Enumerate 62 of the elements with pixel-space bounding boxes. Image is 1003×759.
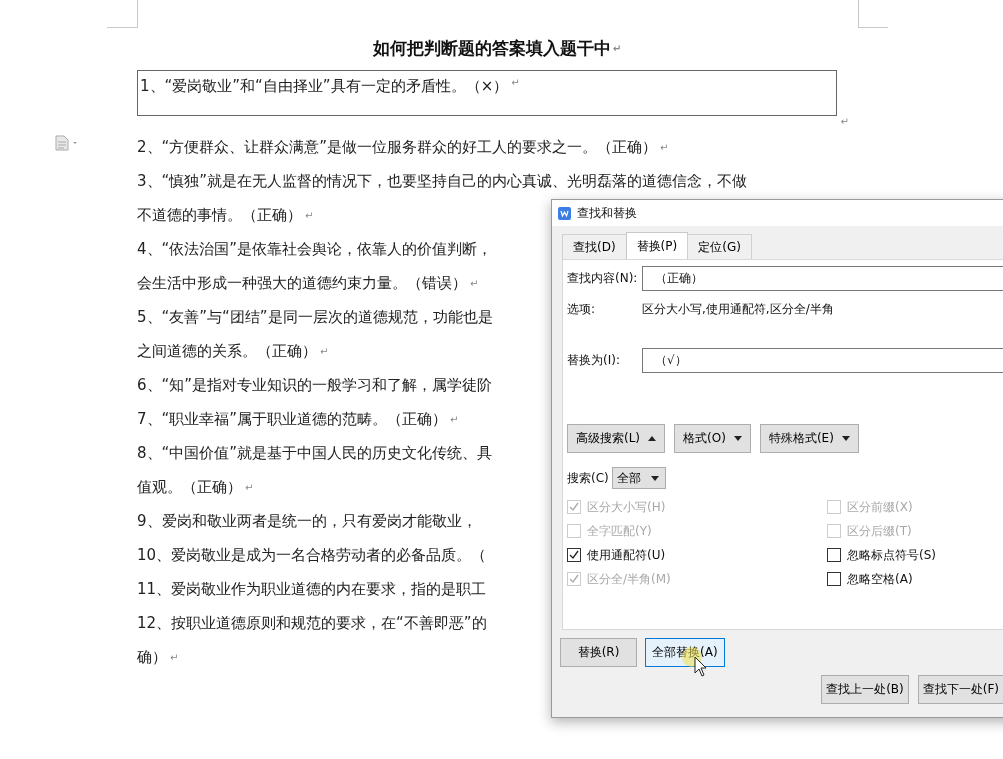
checkbox[interactable] bbox=[827, 572, 841, 586]
option-button[interactable]: 特殊格式(E) bbox=[759, 424, 859, 453]
field-label: 查找内容(N): bbox=[567, 270, 639, 287]
field-label: 搜索(C) bbox=[567, 469, 609, 487]
dialog-title: 查找和替换 bbox=[577, 204, 637, 222]
question-text: 11、爱岗敬业作为职业道德的内在要求，指的是职工 bbox=[137, 579, 487, 599]
paragraph-mark: ↵ bbox=[612, 42, 622, 54]
checkbox-label: 区分后缀(T) bbox=[847, 522, 912, 540]
replace-button[interactable]: 替换(R) bbox=[560, 638, 637, 667]
app-icon bbox=[558, 206, 571, 220]
paragraph-mark: ↵ bbox=[320, 345, 329, 357]
tab[interactable]: 查找(D) bbox=[562, 234, 627, 259]
checkbox-label: 忽略空格(A) bbox=[847, 570, 913, 588]
checkbox-label: 区分前缀(X) bbox=[847, 498, 913, 516]
option-button[interactable]: 格式(O) bbox=[674, 424, 751, 453]
input-field[interactable]: （√） bbox=[642, 348, 1003, 373]
question-text: 4、“依法治国”是依靠社会舆论，依靠人的价值判断， bbox=[137, 239, 493, 259]
question-text: 之间道德的关系。（正确） bbox=[137, 341, 317, 361]
question-text: 3、“慎独”就是在无人监督的情况下，也要坚持自己的内心真诚、光明磊落的道德信念，不做 bbox=[137, 171, 748, 191]
caret-icon bbox=[733, 436, 742, 441]
dropdown[interactable]: 全部 bbox=[611, 467, 666, 489]
paragraph-mark: ↵ bbox=[470, 277, 479, 289]
paragraph-mark: ↵ bbox=[305, 209, 314, 221]
paragraph-mark: ↵ bbox=[245, 481, 254, 493]
question-text: 不道德的事情。（正确） bbox=[137, 205, 302, 225]
question-text: 值观。（正确） bbox=[137, 477, 242, 497]
question-text: 会生活中形成一种强大的道德约束力量。（错误） bbox=[137, 273, 467, 293]
question-text: 8、“中国价值”就是基于中国人民的历史文化传统、具 bbox=[137, 443, 493, 463]
checkbox-label: 区分全/半角(M) bbox=[587, 570, 671, 588]
paragraph-mark: ↵ bbox=[840, 116, 849, 129]
document-title: 如何把判断题的答案填入题干中 bbox=[372, 36, 611, 60]
input-field[interactable]: （正确） bbox=[642, 266, 1003, 291]
tab[interactable]: 替换(P) bbox=[625, 232, 689, 259]
find-button[interactable]: 查找上一处(B) bbox=[821, 675, 909, 704]
question-text: 7、“职业幸福”属于职业道德的范畴。（正确） bbox=[137, 409, 448, 429]
caret-icon bbox=[650, 475, 659, 481]
question-text: 确） bbox=[137, 647, 167, 667]
checkbox-label: 忽略标点符号(S) bbox=[847, 546, 936, 564]
find-button[interactable]: 查找下一处(F) bbox=[917, 675, 1003, 704]
question-text: 10、爱岗敬业是成为一名合格劳动者的必备品质。（ bbox=[137, 545, 487, 565]
field-label: 替换为(I): bbox=[567, 352, 621, 369]
checkbox-label: 区分大小写(H) bbox=[587, 498, 666, 516]
paragraph-mark: ↵ bbox=[170, 651, 179, 663]
checkbox[interactable] bbox=[827, 548, 841, 562]
question-text: 6、“知”是指对专业知识的一般学习和了解，属学徒阶 bbox=[137, 375, 493, 395]
caret-icon bbox=[648, 436, 657, 441]
question-text: 9、爱岗和敬业两者是统一的，只有爱岗才能敬业， bbox=[137, 511, 477, 531]
paragraph-mark: ↵ bbox=[511, 77, 520, 88]
tab[interactable]: 定位(G) bbox=[687, 234, 752, 259]
checkbox[interactable] bbox=[567, 548, 581, 562]
option-button[interactable]: 高级搜索(L) bbox=[567, 424, 666, 453]
options-label: 选项: bbox=[567, 301, 597, 318]
paragraph-mark: ↵ bbox=[660, 141, 669, 153]
caret-icon bbox=[841, 436, 850, 441]
checkbox-label: 使用通配符(U) bbox=[587, 546, 666, 564]
question-text: 5、“友善”与“团结”是同一层次的道德规范，功能也是 bbox=[137, 307, 493, 327]
checkbox-label: 全字匹配(Y) bbox=[587, 522, 652, 540]
question-text: 12、按职业道德原则和规范的要求，在“不善即恶”的 bbox=[137, 613, 487, 633]
text-box: 1、“爱岗敬业”和“自由择业”具有一定的矛盾性。（×） ↵ bbox=[137, 70, 837, 116]
options-text: 区分大小写,使用通配符,区分全/半角 bbox=[642, 301, 834, 318]
question-text: 2、“方便群众、让群众满意”是做一位服务群众的好工人的要求之一。（正确） bbox=[137, 137, 658, 157]
paragraph-mark: ↵ bbox=[450, 413, 459, 425]
